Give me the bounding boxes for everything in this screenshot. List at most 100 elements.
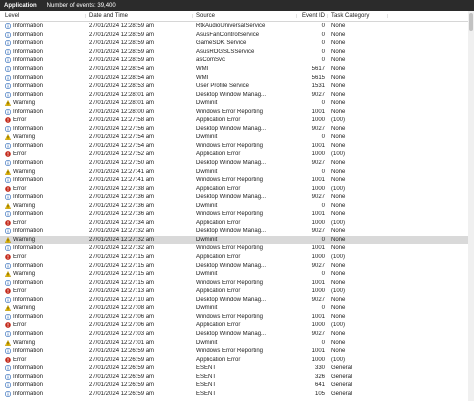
event-row[interactable]: Error 27/01/2024 12:27:34 am Application E… [0,219,474,228]
event-row[interactable]: Information 27/01/2024 12:27:41 am Windows… [0,176,474,185]
task-category-cell: None [331,74,346,81]
event-row[interactable]: Information 27/01/2024 12:27:06 am Windows… [0,313,474,322]
level-text: Information [13,348,44,355]
event-row[interactable]: Information 27/01/2024 12:28:54 am WMI 5617… [0,65,474,74]
warning-icon [5,305,11,312]
source-cell: Windows Error Reporting [196,348,264,355]
event-row[interactable]: Warning 27/01/2024 12:27:01 am Dwminit 0 Non… [0,338,474,347]
event-row[interactable]: Information 27/01/2024 12:27:10 am Desktop… [0,296,474,305]
event-row[interactable]: Error 27/01/2024 12:27:38 am Application E… [0,184,474,193]
event-row[interactable]: Warning 27/01/2024 12:28:01 am Dwminit 0 Non… [0,99,474,108]
event-row[interactable]: Information 27/01/2024 12:28:59 am RtkAudi… [0,22,474,31]
event-row[interactable]: Information 27/01/2024 12:26:59 am ESENT 64… [0,381,474,390]
info-icon [5,296,11,303]
event-row[interactable]: Warning 27/01/2024 12:27:41 am Dwminit 0 Non… [0,167,474,176]
task-category-cell: None [331,142,346,149]
column-header-event-id[interactable]: Event ID [297,13,328,19]
level-cell: Information [0,83,86,90]
date-cell: 27/01/2024 12:27:41 am [89,168,155,175]
level-cell: Information [0,74,86,81]
event-row[interactable]: Information 27/01/2024 12:28:00 am Windows… [0,107,474,116]
column-header-task-category[interactable]: Task Category [328,13,388,19]
event-row[interactable]: Information 27/01/2024 12:27:36 am Desktop… [0,193,474,202]
task-category-cell: (100) [331,288,346,295]
date-cell: 27/01/2024 12:27:50 am [89,160,155,167]
event-id-cell: 5615 [311,74,325,81]
level-text: Error [13,185,27,192]
event-row[interactable]: Information 27/01/2024 12:27:03 am Desktop… [0,330,474,339]
level-cell: Information [0,40,86,47]
event-row[interactable]: Information 27/01/2024 12:26:59 am ESENT 32… [0,372,474,381]
event-row[interactable]: Error 27/01/2024 12:27:58 am Application E… [0,116,474,125]
event-row[interactable]: Information 27/01/2024 12:28:59 am AsusFan… [0,31,474,40]
event-id-cell: 1001 [311,245,325,252]
task-category-cell: None [331,48,346,55]
event-row[interactable]: Information 27/01/2024 12:26:59 am ESENT 10… [0,390,474,399]
level-text: Information [13,211,44,218]
error-icon [5,117,11,124]
event-row[interactable]: Error 27/01/2024 12:26:59 am Application E… [0,355,474,364]
info-icon [5,211,11,218]
event-row[interactable]: Warning 27/01/2024 12:27:15 am Dwminit 0 Non… [0,270,474,279]
scrollbar-thumb[interactable] [469,13,473,31]
level-cell: Information [0,211,86,218]
event-id-cell: 1001 [311,211,325,218]
event-row[interactable]: Information 27/01/2024 12:27:32 am Desktop… [0,227,474,236]
event-row[interactable]: Information 27/01/2024 12:26:59 am ESENT 33… [0,364,474,373]
column-header-source[interactable]: Source [193,13,297,19]
level-cell: Information [0,365,86,372]
date-cell: 27/01/2024 12:26:59 am [89,356,155,363]
event-id-cell: 0 [321,100,325,107]
event-row[interactable]: Error 27/01/2024 12:27:13 am Application E… [0,287,474,296]
event-row[interactable]: Error 27/01/2024 12:27:15 am Application E… [0,253,474,262]
event-id-cell: 1000 [311,322,325,329]
info-icon [5,279,11,286]
event-row[interactable]: Error 27/01/2024 12:27:52 am Application E… [0,150,474,159]
level-cell: Information [0,262,86,269]
event-row[interactable]: Information 27/01/2024 12:27:15 am Desktop… [0,261,474,270]
event-row[interactable]: Information 27/01/2024 12:27:54 am Windows… [0,142,474,151]
level-text: Information [13,142,44,149]
event-id-cell: 0 [321,40,325,47]
date-cell: 27/01/2024 12:27:58 am [89,117,155,124]
date-cell: 27/01/2024 12:27:36 am [89,202,155,209]
info-icon [5,313,11,320]
column-header-date[interactable]: Date and Time [86,13,193,19]
event-row[interactable]: Information 27/01/2024 12:27:36 am Windows… [0,210,474,219]
source-cell: Dwminit [196,339,218,346]
source-cell: Dwminit [196,100,218,107]
event-row[interactable]: Information 27/01/2024 12:28:59 am asComSv… [0,56,474,65]
event-row[interactable]: Warning 27/01/2024 12:27:54 am Dwminit 0 Non… [0,133,474,142]
event-row[interactable]: Information 27/01/2024 12:28:53 am User Pr… [0,82,474,91]
level-cell: Error [0,357,86,363]
event-row[interactable]: Warning 27/01/2024 12:27:08 am Dwminit 0 Non… [0,304,474,313]
task-category-cell: None [331,262,346,269]
event-row[interactable]: Information 27/01/2024 12:28:59 am AsusROG… [0,48,474,57]
event-id-cell: 0 [321,134,325,141]
info-icon [5,125,11,132]
date-cell: 27/01/2024 12:27:54 am [89,142,155,149]
event-row[interactable]: Information 27/01/2024 12:28:59 am GameSDK… [0,39,474,48]
level-cell: Warning [0,305,86,311]
task-category-cell: None [331,330,346,337]
event-row[interactable]: Information 27/01/2024 12:27:50 am Desktop… [0,159,474,168]
date-cell: 27/01/2024 12:27:10 am [89,296,155,303]
event-row[interactable]: Information 27/01/2024 12:27:15 am Windows… [0,278,474,287]
vertical-scrollbar[interactable] [468,11,474,401]
event-id-cell: 1000 [311,185,325,192]
error-icon [5,185,11,192]
event-row[interactable]: Error 27/01/2024 12:27:06 am Application E… [0,321,474,330]
event-row[interactable]: Information 27/01/2024 12:26:59 am Windows… [0,347,474,356]
event-row[interactable]: Warning 27/01/2024 12:27:36 am Dwminit 0 Non… [0,201,474,210]
source-cell: User Profile Service [196,83,250,90]
event-id-cell: 0 [321,23,325,30]
source-cell: Windows Error Reporting [196,211,264,218]
column-header-level[interactable]: Level [0,13,86,19]
task-category-cell: None [331,108,346,115]
event-row[interactable]: Information 27/01/2024 12:28:01 am Desktop… [0,90,474,99]
event-row[interactable]: Warning 27/01/2024 12:27:32 am Dwminit 0 Non… [0,235,474,245]
event-row[interactable]: Information 27/01/2024 12:27:56 am Desktop… [0,125,474,134]
event-row[interactable]: Information 27/01/2024 12:28:54 am WMI 5615… [0,73,474,82]
warning-icon [5,339,11,346]
event-row[interactable]: Information 27/01/2024 12:27:32 am Windows… [0,244,474,253]
